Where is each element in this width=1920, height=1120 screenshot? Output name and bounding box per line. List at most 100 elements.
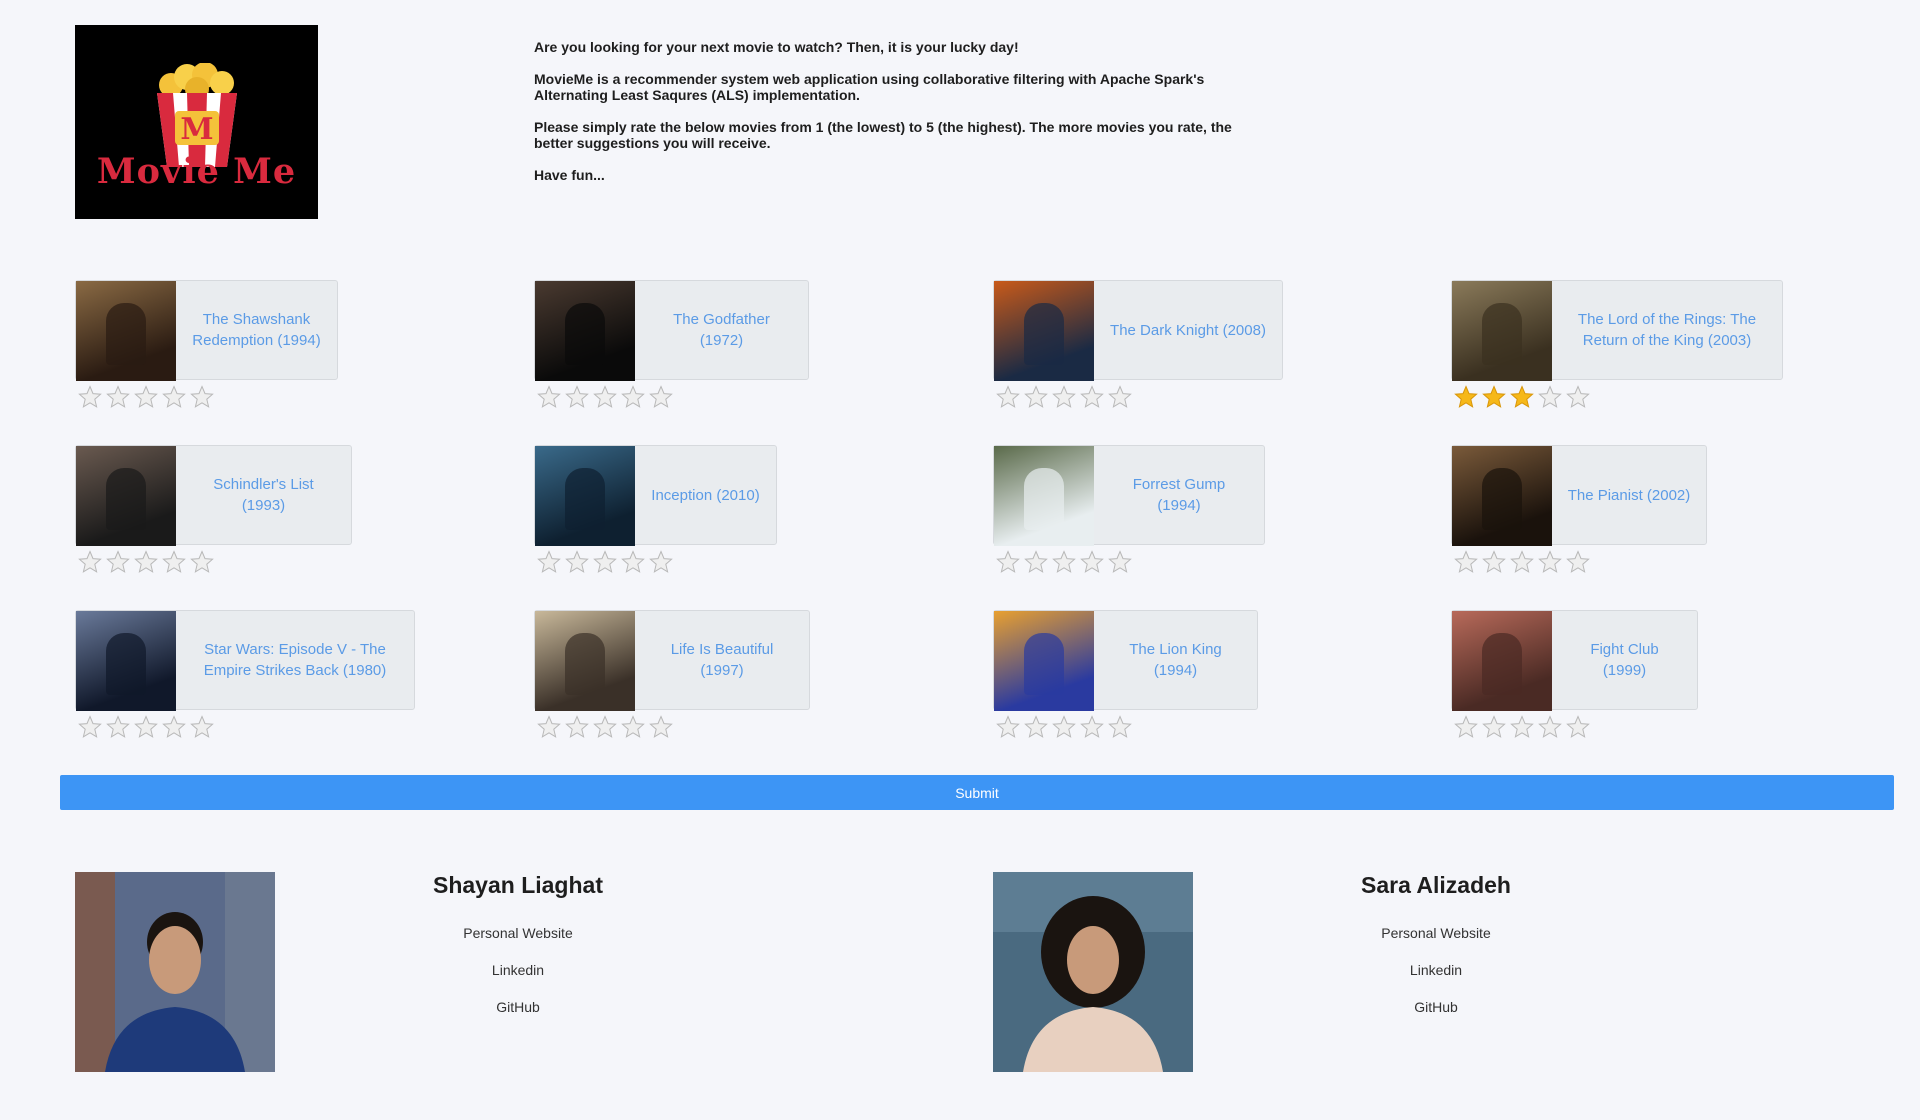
movie-card: Inception (2010) <box>534 445 777 546</box>
star-icon[interactable] <box>621 550 645 574</box>
star-icon[interactable] <box>1566 385 1590 409</box>
star-icon[interactable] <box>621 715 645 739</box>
github-link[interactable]: GitHub <box>1316 989 1556 1026</box>
movie-title[interactable]: The Lion King (1994) <box>1094 611 1257 709</box>
star-rating <box>78 715 415 739</box>
star-icon[interactable] <box>1538 385 1562 409</box>
movie-item: The Dark Knight (2008) <box>993 280 1283 409</box>
movie-title[interactable]: The Dark Knight (2008) <box>1094 281 1282 379</box>
star-icon[interactable] <box>1566 550 1590 574</box>
star-icon[interactable] <box>649 550 673 574</box>
star-icon[interactable] <box>1052 715 1076 739</box>
personal-website-link[interactable]: Personal Website <box>1316 915 1556 952</box>
star-icon[interactable] <box>1454 385 1478 409</box>
star-icon[interactable] <box>134 385 158 409</box>
star-icon[interactable] <box>1482 715 1506 739</box>
poster-figure <box>106 303 146 365</box>
star-icon[interactable] <box>106 715 130 739</box>
linkedin-link[interactable]: Linkedin <box>398 952 638 989</box>
movie-poster <box>994 281 1094 381</box>
star-icon[interactable] <box>106 550 130 574</box>
star-icon[interactable] <box>1052 385 1076 409</box>
star-icon[interactable] <box>537 715 561 739</box>
star-icon[interactable] <box>162 385 186 409</box>
star-icon[interactable] <box>1454 550 1478 574</box>
star-icon[interactable] <box>1108 385 1132 409</box>
movieme-logo: M Movie Me <box>75 25 318 219</box>
star-icon[interactable] <box>1108 715 1132 739</box>
star-icon[interactable] <box>649 385 673 409</box>
star-icon[interactable] <box>106 385 130 409</box>
movie-poster <box>76 281 176 381</box>
star-icon[interactable] <box>649 715 673 739</box>
star-icon[interactable] <box>1080 385 1104 409</box>
star-icon[interactable] <box>996 715 1020 739</box>
movie-title[interactable]: The Godfather (1972) <box>635 281 808 379</box>
star-icon[interactable] <box>1024 550 1048 574</box>
star-icon[interactable] <box>1538 715 1562 739</box>
star-icon[interactable] <box>1108 550 1132 574</box>
movie-poster <box>535 611 635 711</box>
star-icon[interactable] <box>593 550 617 574</box>
movie-title[interactable]: Forrest Gump (1994) <box>1094 446 1264 544</box>
star-icon[interactable] <box>190 385 214 409</box>
star-icon[interactable] <box>1024 385 1048 409</box>
star-icon[interactable] <box>593 385 617 409</box>
author-name: Shayan Liaghat <box>433 872 603 898</box>
star-icon[interactable] <box>162 550 186 574</box>
star-icon[interactable] <box>78 715 102 739</box>
star-icon[interactable] <box>593 715 617 739</box>
movie-title[interactable]: Schindler's List (1993) <box>176 446 351 544</box>
star-icon[interactable] <box>1510 385 1534 409</box>
submit-button[interactable]: Submit <box>60 775 1894 810</box>
star-icon[interactable] <box>1080 715 1104 739</box>
movie-title[interactable]: Fight Club (1999) <box>1552 611 1697 709</box>
movie-title[interactable]: The Lord of the Rings: The Return of the… <box>1552 281 1782 379</box>
star-icon[interactable] <box>1024 715 1048 739</box>
movie-title[interactable]: The Pianist (2002) <box>1552 446 1706 544</box>
star-rating <box>1454 550 1707 574</box>
star-rating <box>996 715 1258 739</box>
star-icon[interactable] <box>621 385 645 409</box>
star-icon[interactable] <box>565 385 589 409</box>
movie-title[interactable]: Star Wars: Episode V - The Empire Strike… <box>176 611 414 709</box>
star-icon[interactable] <box>996 385 1020 409</box>
star-icon[interactable] <box>1052 550 1076 574</box>
star-icon[interactable] <box>190 715 214 739</box>
movie-card: The Shawshank Redemption (1994) <box>75 280 338 381</box>
star-icon[interactable] <box>1538 550 1562 574</box>
star-icon[interactable] <box>78 550 102 574</box>
movie-poster <box>994 446 1094 546</box>
poster-figure <box>1024 303 1064 365</box>
star-rating <box>996 550 1265 574</box>
star-icon[interactable] <box>162 715 186 739</box>
star-icon[interactable] <box>134 550 158 574</box>
star-icon[interactable] <box>1566 715 1590 739</box>
github-link[interactable]: GitHub <box>398 989 638 1026</box>
intro-line-3: Please simply rate the below movies from… <box>534 119 1232 151</box>
star-icon[interactable] <box>134 715 158 739</box>
star-icon[interactable] <box>537 385 561 409</box>
star-icon[interactable] <box>565 715 589 739</box>
star-rating <box>78 550 352 574</box>
star-icon[interactable] <box>190 550 214 574</box>
star-icon[interactable] <box>996 550 1020 574</box>
author-photo-1 <box>75 872 275 1072</box>
movie-title[interactable]: Inception (2010) <box>635 446 776 544</box>
star-icon[interactable] <box>537 550 561 574</box>
star-icon[interactable] <box>1482 385 1506 409</box>
personal-website-link[interactable]: Personal Website <box>398 915 638 952</box>
star-icon[interactable] <box>1454 715 1478 739</box>
star-icon[interactable] <box>78 385 102 409</box>
movie-title[interactable]: The Shawshank Redemption (1994) <box>176 281 337 379</box>
star-rating <box>1454 715 1698 739</box>
movie-title[interactable]: Life Is Beautiful (1997) <box>635 611 809 709</box>
intro-text: Are you looking for your next movie to w… <box>534 39 1274 199</box>
linkedin-link[interactable]: Linkedin <box>1316 952 1556 989</box>
star-icon[interactable] <box>1080 550 1104 574</box>
movie-poster <box>1452 611 1552 711</box>
star-icon[interactable] <box>1482 550 1506 574</box>
star-icon[interactable] <box>1510 550 1534 574</box>
star-icon[interactable] <box>565 550 589 574</box>
star-icon[interactable] <box>1510 715 1534 739</box>
